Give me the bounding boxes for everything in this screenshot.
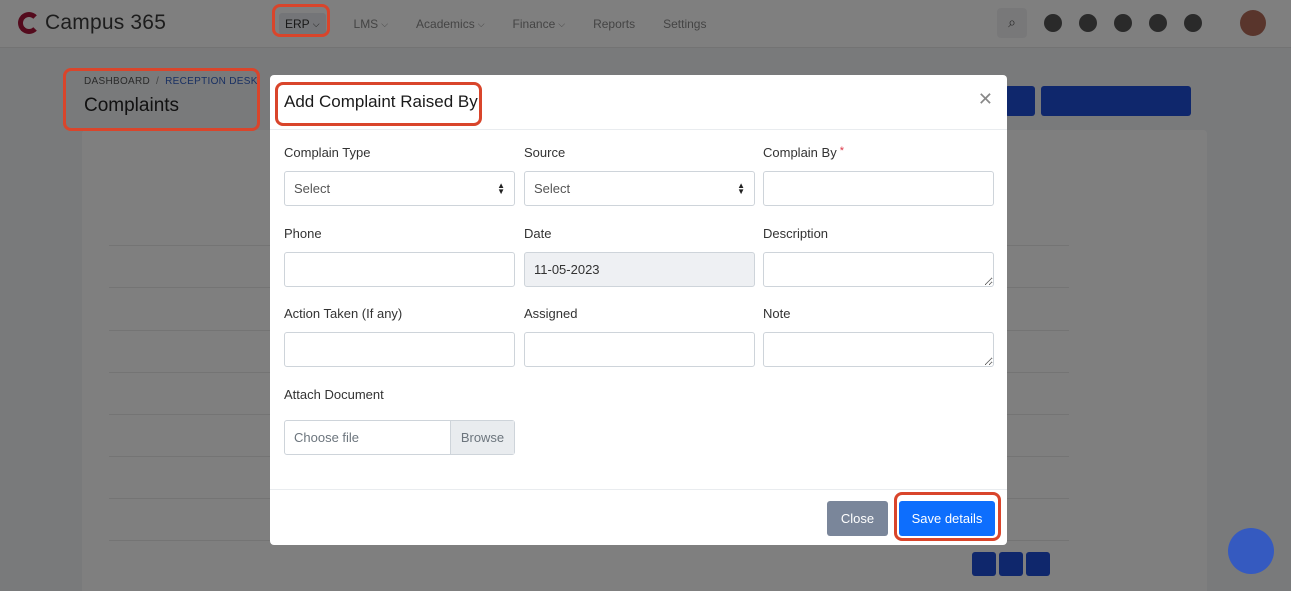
add-complaint-modal: Add Complaint Raised By ✕ Complain Type … <box>270 75 1007 545</box>
close-button[interactable]: Close <box>827 501 888 536</box>
note-label: Note <box>763 306 791 321</box>
highlight-save-button <box>894 492 1001 541</box>
complain-type-value: Select <box>294 181 331 196</box>
complain-type-select[interactable]: Select ▲ ▼ <box>284 171 515 206</box>
browse-button[interactable]: Browse <box>450 421 514 454</box>
assigned-label: Assigned <box>524 306 578 321</box>
action-taken-label: Action Taken (If any) <box>284 306 403 321</box>
highlight-page-header <box>63 68 260 131</box>
highlight-erp <box>272 4 330 37</box>
attach-document-label: Attach Document <box>284 387 384 402</box>
chat-icon[interactable] <box>1228 528 1274 574</box>
select-arrows-icon: ▲ ▼ <box>737 180 745 196</box>
source-select[interactable]: Select ▲ ▼ <box>524 171 755 206</box>
complain-by-label-text: Complain By <box>763 145 837 160</box>
file-placeholder: Choose file <box>294 430 360 445</box>
highlight-modal-title <box>275 82 482 126</box>
date-label: Date <box>524 226 552 241</box>
note-textarea[interactable] <box>763 332 994 367</box>
source-label: Source <box>524 145 566 160</box>
complain-type-label: Complain Type <box>284 145 371 160</box>
required-mark: * <box>839 145 844 157</box>
phone-label: Phone <box>284 226 322 241</box>
description-textarea[interactable] <box>763 252 994 287</box>
complain-by-input[interactable] <box>763 171 994 206</box>
complain-by-label: Complain By * <box>763 145 844 160</box>
date-input[interactable]: 11-05-2023 <box>524 252 755 287</box>
select-arrows-icon: ▲ ▼ <box>497 180 505 196</box>
description-label: Description <box>763 226 829 241</box>
file-input[interactable]: Choose file Browse <box>284 420 515 455</box>
source-value: Select <box>534 181 571 196</box>
assigned-input[interactable] <box>524 332 755 367</box>
phone-input[interactable] <box>284 252 515 287</box>
close-icon[interactable]: ✕ <box>978 89 993 110</box>
action-taken-input[interactable] <box>284 332 515 367</box>
